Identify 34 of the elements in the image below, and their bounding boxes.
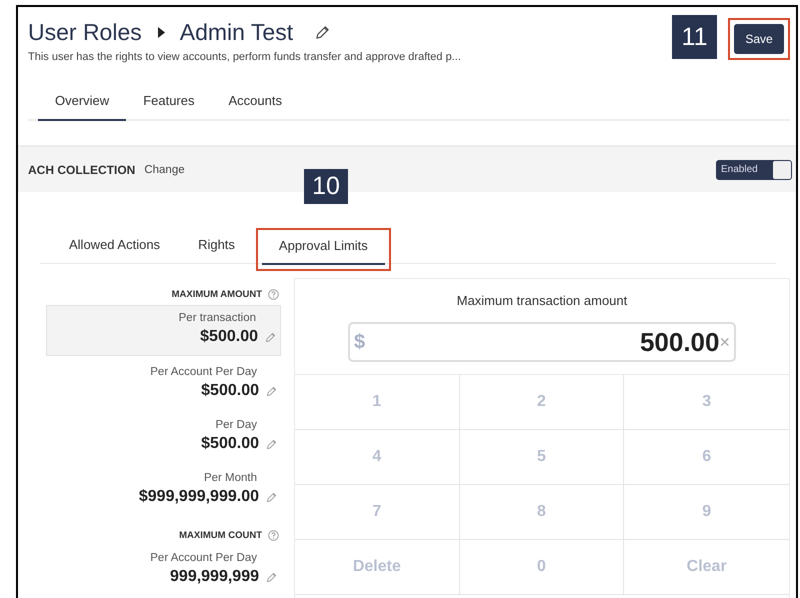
tab[interactable]: Allowed Actions [52, 228, 178, 264]
tab[interactable]: Rights [181, 228, 252, 264]
limit-value: $999,999,999.00 [138, 488, 259, 506]
change-link[interactable]: Change [144, 164, 185, 176]
section-heading: MAXIMUM COUNT [179, 530, 262, 541]
limit-value: $500.00 [201, 382, 259, 400]
breadcrumb-link[interactable]: User Roles [28, 18, 142, 46]
limit-label: Per Account Per Day [150, 552, 257, 564]
page-title: Admin Test [180, 18, 294, 46]
tab[interactable]: Approval Limits [262, 230, 385, 265]
limit-label: Per Day [215, 419, 257, 431]
tab[interactable]: Accounts [212, 89, 299, 121]
limit-item[interactable]: Per Day $500.00 [46, 413, 281, 462]
limit-label: Per Account Per Day [150, 366, 257, 378]
limit-value: $500.00 [200, 328, 258, 346]
keypad-title: Maximum transaction amount [456, 293, 628, 308]
tab[interactable]: Overview [38, 89, 126, 121]
callout-number: 10 [304, 169, 348, 204]
limit-item[interactable]: Per Month $999,999,999.00 [46, 466, 281, 515]
section-heading: MAXIMUM AMOUNT [172, 289, 262, 300]
limit-value: $500.00 [201, 435, 259, 453]
save-button[interactable]: Save [734, 24, 784, 54]
limit-value: 999,999,999 [170, 568, 259, 586]
limit-item[interactable]: Per Account Per Day $500.00 [46, 360, 281, 409]
limit-item[interactable]: Per transaction $500.00 [46, 305, 281, 356]
limit-label: Per transaction [178, 312, 256, 324]
feature-name: ACH COLLECTION [28, 162, 136, 176]
toggle-switch[interactable]: Enabled [716, 160, 792, 180]
tab[interactable]: Features [126, 89, 212, 121]
amount-field[interactable]: $ 500.00× [348, 322, 736, 362]
role-description: This user has the rights to view accounts, perform funds transfer and approve drafted p... [28, 51, 461, 63]
limit-label: Per Month [204, 472, 257, 484]
limit-item[interactable]: Per Account Per Day 999,999,999 [46, 546, 281, 595]
callout-number: 11 [672, 15, 717, 59]
